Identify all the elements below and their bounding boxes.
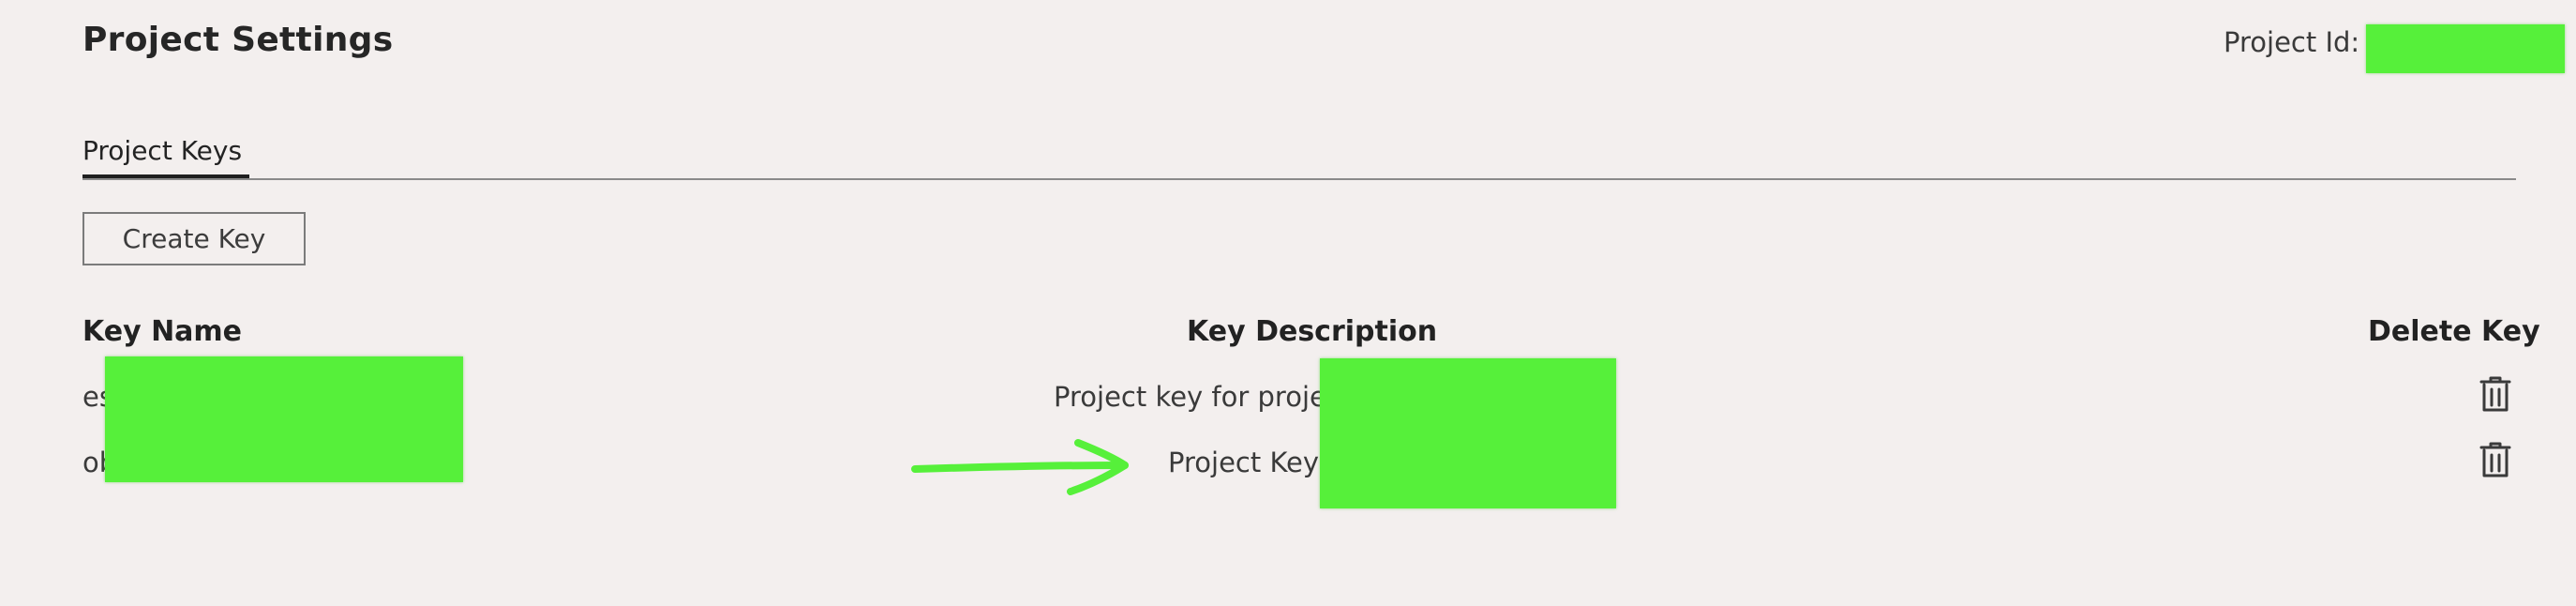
column-header-key-description: Key Description [1187,315,1438,348]
project-id-redaction [2366,24,2565,73]
trash-icon[interactable] [2479,441,2512,478]
key-name-redaction [105,356,463,482]
key-description-cell: Project Key [1168,447,1320,478]
column-header-key-name: Key Name [82,315,243,348]
project-id-label: Project Id: [2224,26,2360,58]
trash-icon[interactable] [2479,375,2512,413]
column-header-delete-key: Delete Key [2368,315,2540,348]
key-description-cell: Project key for proje [1054,381,1326,413]
tab-project-keys[interactable]: Project Keys [82,135,242,166]
annotation-arrow-icon [911,439,1129,495]
tabs-divider [82,178,2516,180]
create-key-button[interactable]: Create Key [82,212,306,265]
key-description-redaction [1320,358,1616,508]
page-title: Project Settings [82,21,394,59]
